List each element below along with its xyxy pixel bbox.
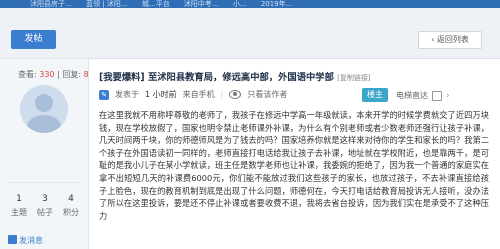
send-message-label: 发消息: [19, 236, 43, 245]
copy-link-button[interactable]: [复制链接]: [337, 74, 370, 82]
post-source: 来自手机: [182, 90, 215, 99]
send-message-link[interactable]: 发消息: [8, 235, 43, 246]
stat-label: 积分: [63, 208, 79, 217]
post-category-tag[interactable]: [我要爆料]: [99, 72, 145, 83]
avatar-body: [27, 115, 61, 133]
views-label: 查看:: [18, 70, 37, 79]
post-time: 1 小时前: [145, 90, 177, 99]
post-content: 在这里我就不用称呼尊敬的老师了，我孩子在修远中学高一年级就读，本来开学的时候学费…: [99, 110, 489, 221]
avatar-head: [35, 94, 53, 112]
only-author-link[interactable]: 只看该作者: [247, 89, 287, 100]
post-title-text: 至沭阳县教育局，修远高中部，外国语中学部: [147, 72, 334, 83]
thread-stats: 查看: 330 | 回复: 8: [18, 69, 89, 80]
author-badge-icon: ✎: [99, 89, 109, 100]
top-nav-tab[interactable]: 沭阳中考…: [184, 0, 219, 8]
stat-number: 3: [42, 194, 48, 204]
elevator-label: 电梯直达: [396, 91, 428, 100]
stats-separator: |: [57, 70, 60, 79]
top-navigation-bar: 沭阳县房子… 蓝领 | 沭阳… 城…平台 沭阳中考… 小… 2019年…: [0, 0, 500, 8]
message-icon: [8, 235, 17, 244]
meta-separator: |: [220, 90, 224, 99]
floor-input[interactable]: [432, 90, 442, 101]
post-title: [我要爆料] 至沭阳县教育局，修远高中部，外国语中学部 [复制链接]: [99, 69, 494, 83]
stat-number: 1: [16, 194, 22, 204]
top-nav-tab[interactable]: 小…: [233, 0, 247, 8]
top-nav-tabs: 沭阳县房子… 蓝领 | 沭阳… 城…平台 沭阳中考… 小… 2019年…: [0, 0, 500, 8]
new-post-button[interactable]: 发帖: [11, 30, 56, 49]
eye-icon: [229, 90, 242, 99]
replies-label: 回复:: [62, 70, 82, 79]
avatar[interactable]: [20, 85, 68, 133]
author-sidebar: 查看: 330 | 回复: 8 1 主题 3 帖子 4 积分 发消息: [0, 59, 89, 249]
post-meta: ✎ 发表于 1 小时前 来自手机 | 只看该作者: [99, 89, 287, 100]
top-nav-tab[interactable]: 蓝领 | 沭阳…: [86, 0, 128, 8]
new-post-label: 发帖: [24, 34, 43, 44]
stat-posts[interactable]: 3 帖子: [32, 194, 58, 218]
author-stats: 1 主题 3 帖子 4 积分: [6, 194, 84, 218]
replies-count: 8: [83, 70, 89, 79]
floor-jump[interactable]: 电梯直达 ›: [396, 90, 450, 101]
top-nav-tab[interactable]: 2019年…: [261, 0, 293, 8]
floor-badge: 楼主: [362, 88, 388, 102]
back-to-list-label: 返回列表: [436, 35, 469, 44]
post-panel: 查看: 330 | 回复: 8 1 主题 3 帖子 4 积分 发消息 [我要爆料…: [0, 58, 500, 249]
views-count: 330: [39, 70, 55, 79]
chevron-right-icon[interactable]: ›: [446, 91, 450, 101]
stat-points[interactable]: 4 积分: [58, 194, 84, 218]
back-to-list-button[interactable]: ‹ 返回列表: [418, 31, 482, 49]
stat-number: 4: [68, 194, 74, 204]
top-nav-tab[interactable]: 城…平台: [142, 0, 170, 8]
sidebar-divider: [6, 182, 82, 183]
top-nav-tab[interactable]: 沭阳县房子…: [30, 0, 72, 8]
stat-label: 帖子: [37, 208, 53, 217]
stat-label: 主题: [11, 208, 27, 217]
post-time-prefix: 发表于: [115, 90, 139, 99]
stat-threads[interactable]: 1 主题: [6, 194, 32, 218]
